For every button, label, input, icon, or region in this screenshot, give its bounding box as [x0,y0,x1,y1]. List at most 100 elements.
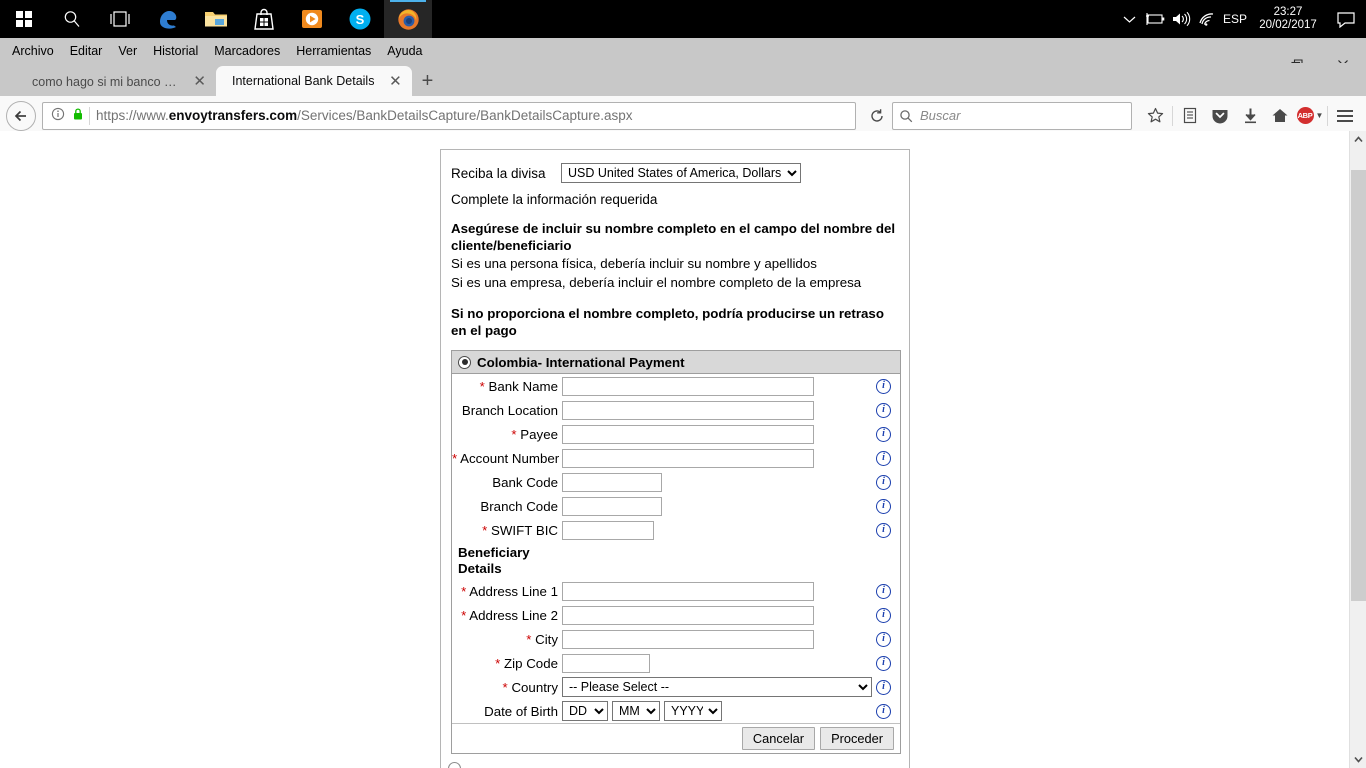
info-icon[interactable]: i [876,402,891,418]
menu-herramientas[interactable]: Herramientas [288,41,379,61]
proceed-button[interactable]: Proceder [820,727,894,750]
page-info-icon[interactable] [47,107,69,124]
info-icon[interactable]: i [876,703,891,719]
menu-historial[interactable]: Historial [145,41,206,61]
input-city[interactable] [562,629,814,649]
info-icon[interactable]: i [876,378,891,394]
toolbar-divider [1327,105,1328,126]
payment-method-radio[interactable] [458,355,471,369]
task-view-button[interactable] [96,0,144,38]
info-icon[interactable]: i [876,583,891,599]
downloads-button[interactable] [1235,101,1265,131]
home-button[interactable] [1265,101,1295,131]
tab-international-bank-details[interactable]: International Bank Details ✕ [216,66,413,96]
info-icon[interactable]: i [876,655,891,671]
info-icon[interactable]: i [876,679,891,695]
navigation-toolbar: https://www.envoytransfers.com/Services/… [0,96,1366,136]
input-zip-code[interactable] [562,653,650,673]
card-header[interactable]: Colombia - International Payment [452,351,900,374]
tab-como-hago[interactable]: como hago si mi banco me in... ✕ [16,67,216,96]
beneficiary-details-heading: Beneficiary Details [452,542,900,579]
info-icon[interactable]: i [876,631,891,647]
edge-button[interactable] [144,0,192,38]
url-bar[interactable]: https://www.envoytransfers.com/Services/… [42,101,856,130]
field-row-branch-location: Branch Location i [452,398,900,422]
menu-editar[interactable]: Editar [62,41,111,61]
firefox-button[interactable] [384,0,432,38]
input-address-line-2[interactable] [562,605,814,625]
windows-logo-icon [15,10,33,28]
required-asterisk: * [461,583,467,599]
input-branch-code[interactable] [562,496,662,516]
action-center-button[interactable] [1326,0,1366,38]
action-center-icon [1337,11,1355,28]
bookmark-star-button[interactable] [1140,101,1170,131]
select-dob-year[interactable]: YYYY [664,701,722,721]
scroll-up-button[interactable] [1350,131,1366,148]
tab-label: como hago si mi banco me in... [32,74,179,89]
skype-button[interactable]: S [336,0,384,38]
scrollbar-thumb[interactable] [1351,170,1366,601]
battery-charging-icon [1146,13,1165,25]
library-button[interactable] [1175,101,1205,131]
clock[interactable]: 23:27 20/02/2017 [1250,0,1326,38]
cancel-button[interactable]: Cancelar [741,727,816,750]
search-bar[interactable]: Buscar [892,101,1132,130]
menu-ayuda[interactable]: Ayuda [379,41,430,61]
info-icon[interactable]: i [876,426,891,442]
next-payment-method-radio[interactable] [448,762,461,768]
menu-archivo[interactable]: Archivo [4,41,62,61]
info-icon[interactable]: i [876,474,891,490]
field-row-swift-bic: * SWIFT BIC i [452,518,900,542]
input-account-number[interactable] [562,448,814,468]
input-branch-location[interactable] [562,400,814,420]
scroll-down-button[interactable] [1350,751,1366,768]
battery-button[interactable] [1142,0,1168,38]
input-bank-name[interactable] [562,376,814,396]
label-bank-code: Bank Code [492,474,558,490]
menu-ayuda-label: Ayuda [387,43,423,58]
tab-close-icon[interactable]: ✕ [388,74,402,89]
currency-select[interactable]: USD United States of America, Dollars [561,163,801,183]
media-player-button[interactable] [288,0,336,38]
currency-row: Reciba la divisa USD United States of Am… [441,150,909,183]
info-icon[interactable]: i [876,607,891,623]
url-path: /Services/BankDetailsCapture/BankDetails… [297,108,633,123]
show-hidden-icons-button[interactable] [1116,0,1142,38]
file-explorer-button[interactable] [192,0,240,38]
new-tab-button[interactable]: + [412,67,442,96]
input-address-line-1[interactable] [562,581,814,601]
input-swift-bic[interactable] [562,520,654,540]
search-taskbar-button[interactable] [48,0,96,38]
input-bank-code[interactable] [562,472,662,492]
field-row-bank-code: Bank Code i [452,470,900,494]
required-asterisk: * [452,450,458,466]
language-indicator[interactable]: ESP [1220,0,1250,38]
back-button[interactable] [6,100,36,131]
adblock-plus-button[interactable]: ABP ▼ [1295,101,1325,131]
reload-button[interactable] [862,101,892,131]
start-button[interactable] [0,0,48,38]
label-payee: * Payee [511,426,558,442]
volume-button[interactable] [1168,0,1194,38]
select-dob-month[interactable]: MM [612,701,660,721]
select-dob-day[interactable]: DD [562,701,608,721]
info-icon[interactable]: i [876,450,891,466]
select-country[interactable]: -- Please Select -- [562,677,872,697]
store-button[interactable] [240,0,288,38]
vertical-scrollbar[interactable] [1349,131,1366,768]
field-row-city: * City i [452,627,900,651]
pocket-button[interactable] [1205,101,1235,131]
required-asterisk: * [526,631,532,647]
tab-close-icon[interactable]: ✕ [193,74,206,89]
network-button[interactable] [1194,0,1220,38]
input-payee[interactable] [562,424,814,444]
info-icon[interactable]: i [876,498,891,514]
clock-time: 23:27 [1273,6,1303,18]
chevron-up-icon [1353,136,1363,143]
info-icon[interactable]: i [876,522,891,538]
menu-ver[interactable]: Ver [110,41,145,61]
menu-marcadores[interactable]: Marcadores [206,41,288,61]
menu-button[interactable] [1330,101,1360,131]
warning-delay-text: Si no proporciona el nombre completo, po… [451,306,884,338]
